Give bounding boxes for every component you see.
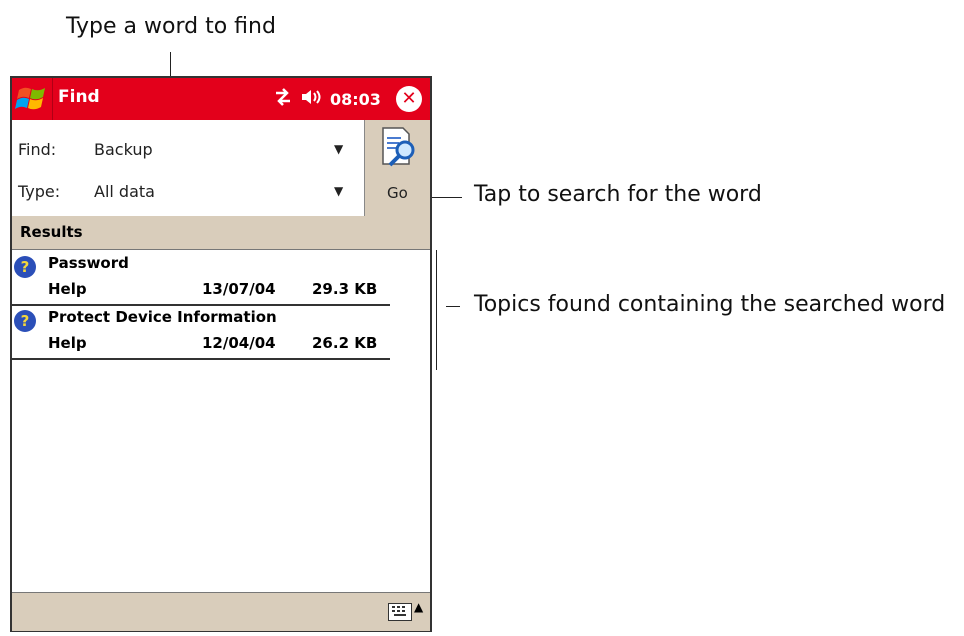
callout-type-word: Type a word to find — [66, 14, 276, 39]
find-controls: Find: Backup ▼ Type: All data ▼ Go — [12, 120, 430, 217]
speaker-icon[interactable] — [300, 88, 322, 110]
result-category: Help — [48, 280, 87, 298]
close-button[interactable]: ✕ — [396, 86, 422, 112]
results-header: Results — [12, 216, 430, 250]
keyboard-icon[interactable] — [388, 603, 412, 621]
connectivity-icon[interactable] — [274, 87, 292, 111]
pda-screen: Find 08:03 ✕ Find: Backup ▼ Type: All da… — [10, 76, 432, 632]
close-icon: ✕ — [401, 88, 417, 109]
go-button[interactable]: Go — [364, 120, 430, 216]
type-select[interactable]: All data — [94, 182, 155, 201]
callout-tap-search: Tap to search for the word — [474, 182, 762, 207]
start-button[interactable] — [12, 78, 53, 120]
app-title: Find — [58, 87, 100, 107]
result-name: Password — [48, 254, 129, 272]
callout-bracket-results — [436, 250, 437, 370]
find-dropdown-icon[interactable]: ▼ — [334, 142, 343, 156]
callout-line-results — [446, 306, 460, 307]
result-size: 26.2 KB — [312, 334, 378, 352]
windows-flag-icon — [15, 87, 45, 110]
type-label: Type: — [18, 182, 61, 201]
results-title: Results — [20, 223, 83, 241]
find-magnifier-icon — [382, 127, 415, 167]
result-size: 29.3 KB — [312, 280, 378, 298]
question-icon: ? — [14, 310, 36, 332]
result-item[interactable]: ? Protect Device Information Help 12/04/… — [12, 306, 390, 360]
status-area: 08:03 — [274, 87, 381, 111]
menu-bar: ▲ — [12, 592, 430, 631]
go-label: Go — [387, 184, 408, 202]
result-name: Protect Device Information — [48, 308, 277, 326]
result-date: 13/07/04 — [202, 280, 276, 298]
input-selector-arrow-icon[interactable]: ▲ — [414, 600, 423, 614]
callout-topics-found: Topics found containing the searched wor… — [474, 292, 946, 317]
find-label: Find: — [18, 140, 57, 159]
result-category: Help — [48, 334, 87, 352]
type-dropdown-icon[interactable]: ▼ — [334, 184, 343, 198]
find-input[interactable]: Backup — [94, 140, 153, 159]
title-bar: Find 08:03 ✕ — [12, 78, 430, 120]
result-item[interactable]: ? Password Help 13/07/04 29.3 KB — [12, 252, 390, 306]
question-icon: ? — [14, 256, 36, 278]
result-date: 12/04/04 — [202, 334, 276, 352]
clock[interactable]: 08:03 — [330, 90, 381, 109]
